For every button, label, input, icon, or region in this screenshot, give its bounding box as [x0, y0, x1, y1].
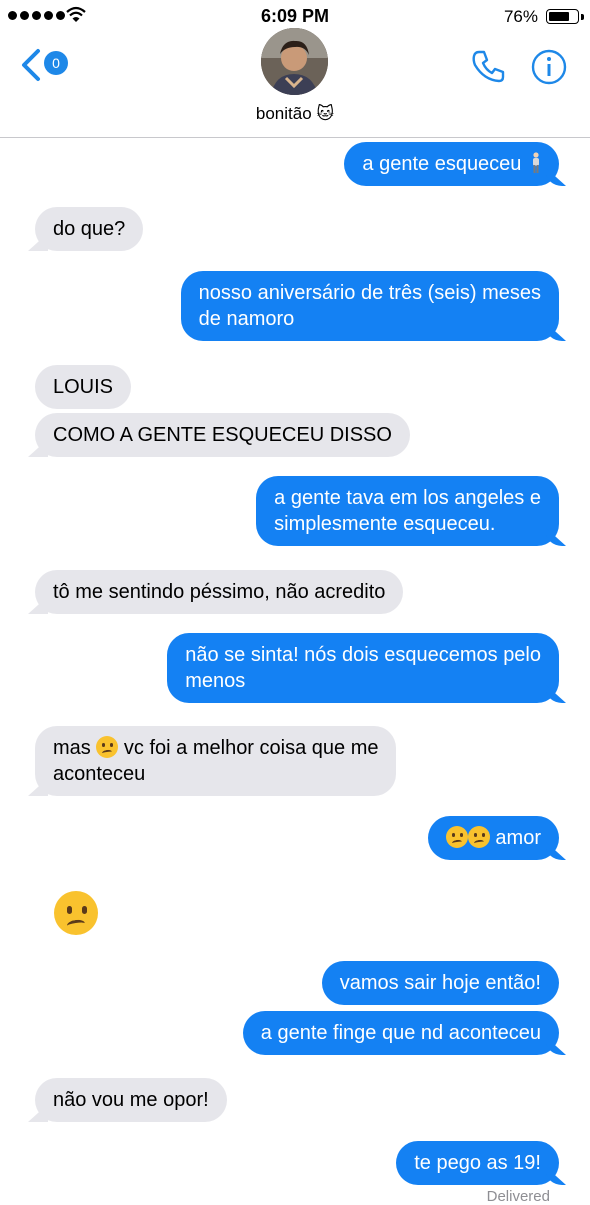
- message-text: te pego as 19!: [414, 1152, 541, 1174]
- confused-face-emoji: [445, 826, 468, 848]
- message-outgoing[interactable]: vamos sair hoje então!: [321, 961, 559, 1005]
- battery-percentage: 76%: [503, 7, 538, 26]
- message-text: vamos sair hoje então!: [339, 972, 541, 994]
- back-button[interactable]: [20, 48, 42, 82]
- contact-name[interactable]: bonitão 🐱: [0, 104, 590, 124]
- battery-icon: [546, 9, 579, 24]
- message-text-line: de namoro: [198, 308, 295, 330]
- confused-face-emoji: [467, 826, 490, 848]
- message-text: LOUIS: [53, 376, 114, 398]
- message-outgoing[interactable]: a gente tava em los angeles e simplesmen…: [256, 476, 559, 546]
- message-text-line: a gente tava em los angeles e: [274, 487, 541, 509]
- message-outgoing[interactable]: amor: [427, 816, 559, 860]
- message-text: do que?: [53, 218, 126, 240]
- message-text-line: menos: [185, 670, 246, 692]
- status-bar: 6:09 PM 76%: [0, 0, 590, 34]
- message-outgoing[interactable]: nosso aniversário de três (seis) meses d…: [180, 271, 559, 341]
- message-outgoing[interactable]: não se sinta! nós dois esquecemos pelo m…: [167, 633, 559, 703]
- message-incoming[interactable]: LOUIS: [35, 365, 132, 409]
- phone-icon: [472, 50, 505, 83]
- message-text: a gente finge que nd aconteceu: [260, 1022, 541, 1044]
- message-text-line: não se sinta! nós dois esquecemos pelo: [185, 644, 541, 666]
- message-incoming[interactable]: do que?: [35, 207, 144, 251]
- message-text-line: aconteceu: [53, 763, 146, 785]
- message-outgoing[interactable]: a gente finge que nd aconteceu: [242, 1011, 559, 1055]
- message-text: amor: [495, 827, 541, 849]
- message-text-line: nosso aniversário de três (seis) meses: [198, 282, 541, 304]
- person-standing-icon: [533, 152, 539, 173]
- confused-face-emoji: [96, 736, 119, 758]
- info-button[interactable]: [530, 48, 568, 91]
- message-incoming[interactable]: COMO A GENTE ESQUECEU DISSO: [35, 413, 410, 457]
- message-text-line: mas vc foi a melhor coisa que me: [53, 736, 379, 759]
- call-button[interactable]: [470, 48, 506, 89]
- back-chevron-icon: [22, 49, 40, 81]
- battery-tip-icon: [581, 14, 584, 20]
- unread-badge[interactable]: 0: [44, 51, 68, 75]
- message-text: tô me sentindo péssimo, não acredito: [53, 581, 386, 603]
- info-icon: [531, 49, 567, 85]
- message-text: não vou me opor!: [53, 1089, 209, 1111]
- message-text-line: simplesmente esqueceu.: [274, 513, 496, 535]
- message-incoming[interactable]: tô me sentindo péssimo, não acredito: [35, 570, 404, 614]
- message-outgoing[interactable]: te pego as 19!: [396, 1141, 559, 1185]
- message-incoming[interactable]: não vou me opor!: [35, 1078, 227, 1122]
- message-incoming[interactable]: mas vc foi a melhor coisa que me acontec…: [35, 726, 397, 796]
- avatar[interactable]: [261, 28, 328, 95]
- message-text: a gente esqueceu: [362, 153, 522, 175]
- delivered-status: Delivered: [486, 1188, 550, 1205]
- message-text: COMO A GENTE ESQUECEU DISSO: [53, 424, 392, 446]
- confused-face-emoji[interactable]: [54, 891, 98, 935]
- status-time: 6:09 PM: [260, 6, 330, 26]
- message-outgoing[interactable]: a gente esqueceu: [344, 142, 559, 186]
